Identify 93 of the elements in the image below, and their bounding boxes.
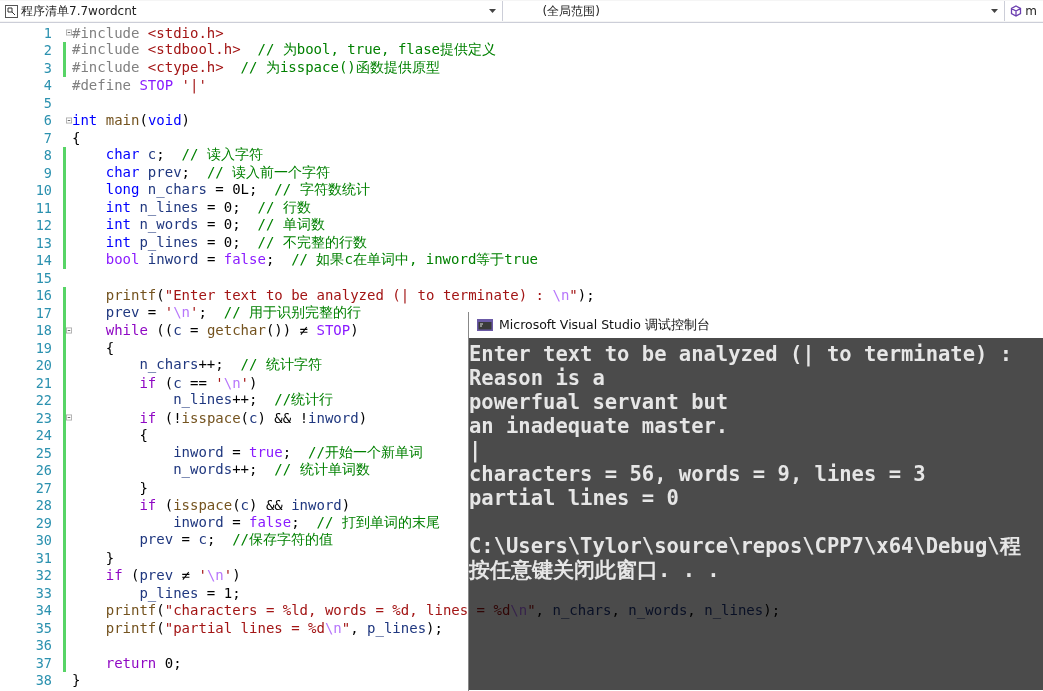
console-line: Enter text to be analyzed (| to terminate) : [469, 342, 1014, 366]
code-line: { [138, 427, 148, 444]
line-number: 25 [34, 444, 52, 461]
line-number: 3 [42, 59, 52, 76]
code-line: #include <ctype.h> // 为isspace()函数提供原型 [72, 58, 440, 77]
code-line: #include <stdbool.h> // 为bool, true, flase提供定义 [72, 41, 497, 60]
console-line: an inadequate master. [469, 414, 730, 438]
code-line: { [72, 129, 81, 146]
code-line: #include <stdio.h> [72, 24, 224, 41]
code-line: if (isspace(c) && inword) [138, 497, 351, 514]
line-number: 26 [34, 462, 52, 479]
code-line: } [104, 549, 115, 566]
code-line: } [138, 479, 148, 496]
line-number: 22 [34, 392, 52, 409]
code-line: p_lines = 1; [138, 584, 241, 601]
collapse-icon[interactable] [66, 116, 72, 124]
line-number: 38 [34, 672, 52, 689]
line-number: 34 [34, 602, 52, 619]
caret-icon [488, 9, 496, 13]
code-line: char c; // 读入字符 [104, 146, 263, 165]
code-line: if (!isspace(c) && !inword) [138, 409, 368, 426]
code-line: { [104, 339, 115, 356]
line-number: 9 [42, 164, 52, 181]
line-number: 30 [34, 532, 52, 549]
line-number: 31 [34, 549, 52, 566]
console-line: | [469, 438, 483, 462]
code-line: n_words++; // 统计单词数 [172, 461, 370, 480]
code-line: n_lines++; //统计行 [172, 391, 334, 410]
code-line: #define STOP '|' [72, 77, 207, 94]
code-line: n_chars++; // 统计字符 [138, 356, 322, 375]
code-line: inword = true; //开始一个新单词 [172, 443, 423, 462]
line-number: 33 [34, 584, 52, 601]
scope-dropdown[interactable]: (全局范围) [502, 1, 1006, 21]
code-line: printf("Enter text to be analyzed (| to terminate) : \n"); [104, 287, 595, 304]
line-number: 2 [42, 42, 52, 59]
line-number: 37 [34, 654, 52, 671]
line-number: 17 [34, 304, 52, 321]
code-line: int main(void) [72, 112, 191, 129]
console-line: Reason is a [469, 366, 606, 390]
code-line: printf("partial lines = %d\n", p_lines); [104, 619, 443, 636]
console-line: partial lines = 0 [469, 486, 680, 510]
line-number: 19 [34, 339, 52, 356]
code-line: long n_chars = 0L; // 字符数统计 [104, 181, 370, 200]
line-number: 16 [34, 287, 52, 304]
code-line: prev = c; //保存字符的值 [138, 531, 334, 550]
collapse-icon[interactable] [66, 326, 72, 334]
line-number: 6 [42, 112, 52, 129]
console-line: C:\Users\Tylor\source\repos\CPP7\x64\Debug\程 [469, 534, 1022, 558]
collapse-icon[interactable] [66, 414, 72, 422]
code-line: inword = false; // 打到单词的末尾 [172, 513, 440, 532]
line-number: 7 [42, 129, 52, 146]
code-line: prev = '\n'; // 用于识别完整的行 [104, 303, 362, 322]
code-line: return 0; [104, 654, 182, 671]
line-number: 20 [34, 357, 52, 374]
line-number: 13 [34, 234, 52, 251]
line-number: 27 [34, 479, 52, 496]
line-number: 5 [42, 94, 52, 111]
line-number: 21 [34, 374, 52, 391]
member-dropdown[interactable]: m [1005, 1, 1043, 21]
line-number: 4 [42, 77, 52, 94]
window-title: Microsoft Visual Studio 调试控制台 [499, 316, 710, 334]
line-number: 28 [34, 497, 52, 514]
code-line: while ((c = getchar()) ≠ STOP) [104, 322, 359, 339]
line-number: 35 [34, 619, 52, 636]
line-number: 14 [34, 252, 52, 269]
line-number: 29 [34, 514, 52, 531]
console-line: powerfual servant but [469, 390, 730, 414]
code-line: bool inword = false; // 如果c在单词中, inword等于true [104, 251, 539, 270]
line-number: 32 [34, 567, 52, 584]
collapse-icon[interactable] [66, 29, 72, 37]
file-dropdown[interactable]: 程序清单7.7wordcnt [0, 1, 503, 21]
code-line: if (prev ≠ '\n') [104, 567, 241, 584]
console-icon [477, 319, 493, 331]
code-line: if (c == '\n') [138, 374, 258, 391]
code-line: } [72, 672, 81, 689]
cube-icon [1010, 5, 1023, 17]
caret-icon [991, 9, 999, 13]
line-number: 12 [34, 217, 52, 234]
code-line: int n_words = 0; // 单词数 [104, 216, 325, 235]
line-number: 11 [34, 199, 52, 216]
line-number: 10 [34, 182, 52, 199]
line-number: 23 [34, 409, 52, 426]
line-number: 1 [42, 24, 52, 41]
line-number: 8 [42, 147, 52, 164]
line-number: 24 [34, 427, 52, 444]
line-number: 15 [34, 269, 52, 286]
code-line: int n_lines = 0; // 行数 [104, 198, 311, 217]
console-line: characters = 56, words = 9, lines = 3 [469, 462, 927, 486]
line-number: 18 [34, 322, 52, 339]
line-number: 36 [34, 637, 52, 654]
code-line: int p_lines = 0; // 不完整的行数 [104, 233, 367, 252]
console-line: 按任意键关闭此窗口. . . [469, 558, 720, 582]
code-line: char prev; // 读入前一个字符 [104, 163, 331, 182]
